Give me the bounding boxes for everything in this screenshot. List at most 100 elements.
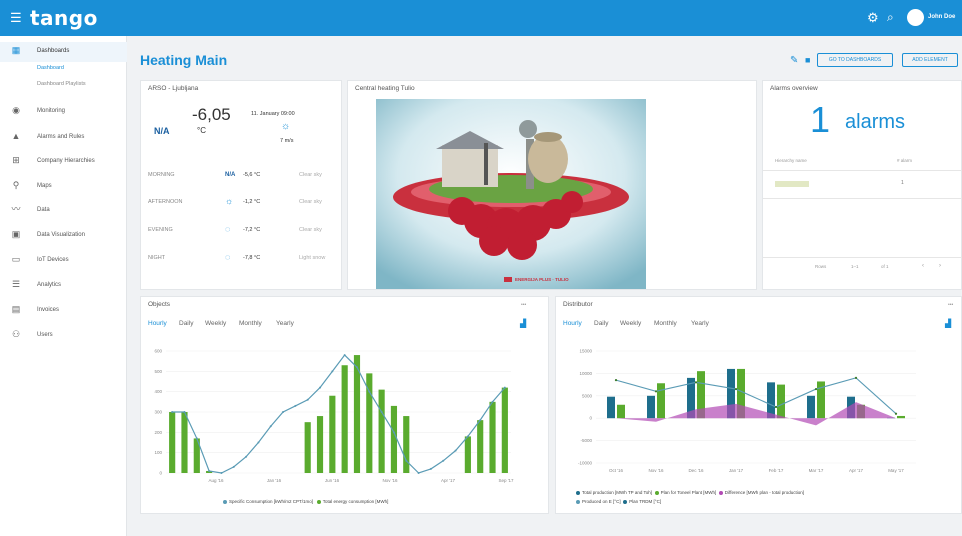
data-point (854, 376, 858, 379)
y-tick-label: -5000 (580, 438, 592, 443)
sidebar-item-analytics[interactable]: ☰ Analytics (0, 276, 127, 296)
tab-weekly[interactable]: Weekly (620, 320, 641, 327)
divider (763, 257, 962, 258)
sidebar-item-label: Dashboards (37, 48, 70, 54)
bar (169, 412, 176, 473)
sidebar-item-dashboards[interactable]: ▦ Dashboards (0, 42, 127, 62)
data-point (503, 386, 506, 389)
tab-monthly[interactable]: Monthly (239, 320, 262, 327)
tab-daily[interactable]: Daily (179, 320, 193, 327)
bar (378, 389, 385, 473)
legend-swatch (623, 499, 628, 504)
data-point (466, 435, 469, 438)
avatar[interactable] (907, 9, 924, 26)
bar (316, 416, 324, 473)
table-header[interactable]: Hierarchy name (775, 158, 807, 163)
x-tick-label: Oct '16 (609, 468, 624, 473)
moon-icon: ◌ (225, 224, 231, 234)
sidebar-item-data-visualization[interactable]: ▣ Data Visualization (0, 226, 127, 246)
pager-range: 1–1 (851, 264, 859, 269)
bar (403, 416, 410, 473)
tab-hourly[interactable]: Hourly (563, 320, 582, 327)
bar-plan (897, 415, 905, 419)
hamburger-icon[interactable]: ☰ (10, 11, 22, 25)
more-icon[interactable]: ••• (948, 302, 953, 308)
temperature-unit: °C (197, 126, 206, 135)
card-title: Central heating Tulio (355, 85, 415, 92)
sidebar-subitem-playlists[interactable]: Dashboard Playlists (37, 81, 86, 87)
series-line (172, 354, 506, 474)
y-tick-label: 200 (154, 430, 162, 435)
sidebar-subitem-dashboard[interactable]: Dashboard (37, 65, 64, 71)
sidebar-item-monitoring[interactable]: ◉ Monitoring (0, 102, 127, 122)
x-tick-label: Jun '16 (325, 478, 340, 483)
image-caption: ENERGIJA PLUS · TULIO (515, 277, 569, 282)
next-page-button[interactable]: › (939, 263, 941, 269)
tab-monthly[interactable]: Monthly (654, 320, 677, 327)
gear-icon[interactable]: ⚙ (867, 10, 879, 26)
legend-swatch (576, 490, 580, 495)
lock-icon[interactable]: ■ (805, 55, 810, 65)
forecast-temp: -5,6 °C (243, 172, 261, 178)
tab-weekly[interactable]: Weekly (205, 320, 226, 327)
legend-label: Specific Consumption [kWh/m2 CPT/1mo] (229, 499, 314, 504)
app-logo[interactable]: tango (30, 6, 98, 30)
y-tick-label: 5000 (582, 393, 593, 398)
x-tick-label: Apr '17 (441, 478, 456, 483)
data-point (429, 467, 432, 470)
data-point (220, 472, 223, 474)
more-icon[interactable]: ••• (521, 302, 526, 308)
sidebar-item-users[interactable]: ⚇ Users (0, 326, 127, 346)
sidebar-item-alarms[interactable]: ▲ Alarms and Rules (0, 128, 127, 148)
data-point (245, 455, 248, 458)
tab-yearly[interactable]: Yearly (691, 320, 709, 327)
bar (464, 436, 471, 473)
bar (390, 405, 398, 473)
search-icon[interactable]: ⌕ (887, 10, 894, 25)
legend-swatch (223, 499, 227, 504)
pencil-icon[interactable]: ✎ (790, 55, 798, 66)
add-element-button[interactable]: ADD ELEMENT (902, 53, 958, 67)
sidebar-item-iot-devices[interactable]: ▭ IoT Devices (0, 251, 127, 271)
distributor-chart-card: Distributor ••• Hourly Daily Weekly Mont… (555, 296, 962, 514)
bar-total-production (807, 395, 815, 419)
weather-date: 11. January 09:00 (251, 111, 295, 117)
sidebar-item-maps[interactable]: ⚲ Maps (0, 177, 127, 197)
table-header[interactable]: # alarm (897, 158, 912, 163)
data-point (282, 411, 285, 413)
legend-label: Difference [MWh plan - total production] (724, 490, 804, 495)
data-point (171, 411, 174, 413)
chart-type-icon[interactable]: ▟ (520, 319, 526, 328)
legend-label: Total production [MWh TP and Toh] (582, 490, 653, 495)
distributor-chart: -10000 -5000 0 5000 10000 15000 Oct '16 Nov '16… (578, 349, 916, 473)
x-tick-label: Jan '17 (729, 468, 744, 473)
data-point (380, 411, 383, 413)
data-point (405, 459, 408, 462)
forecast-temp: -7,2 °C (243, 227, 261, 233)
card-title: ARSO - Ljubljana (148, 85, 199, 92)
bar (304, 422, 311, 473)
alarm-word: alarms (845, 111, 906, 133)
y-tick-label: 600 (154, 349, 162, 354)
forecast-row: MORNING N/A -5,6 °C Clear sky (141, 165, 341, 185)
tab-yearly[interactable]: Yearly (276, 320, 294, 327)
sidebar-item-data[interactable]: 〰 Data (0, 201, 127, 221)
x-tick-label: Nov '16 (648, 468, 664, 473)
chart-type-icon[interactable]: ▟ (945, 319, 951, 328)
tab-hourly[interactable]: Hourly (148, 320, 167, 327)
hierarchy-name-bar[interactable] (775, 181, 809, 187)
sidebar-item-hierarchies[interactable]: ⊞ Company Hierarchies (0, 152, 127, 172)
prev-page-button[interactable]: ‹ (922, 263, 924, 269)
tab-daily[interactable]: Daily (594, 320, 608, 327)
data-point (368, 390, 371, 393)
alarm-value: 1 (901, 180, 904, 186)
sidebar-item-invoices[interactable]: ▤ Invoices (0, 301, 127, 321)
forecast-desc: Clear sky (299, 172, 322, 178)
data-point (614, 379, 618, 382)
bar (489, 401, 496, 473)
data-point (894, 412, 898, 415)
bulb-icon: ◉ (12, 105, 20, 115)
user-name[interactable]: John Doe (928, 14, 955, 20)
go-to-dashboards-button[interactable]: GO TO DASHBOARDS (817, 53, 893, 67)
card-title: Distributor (563, 301, 593, 308)
